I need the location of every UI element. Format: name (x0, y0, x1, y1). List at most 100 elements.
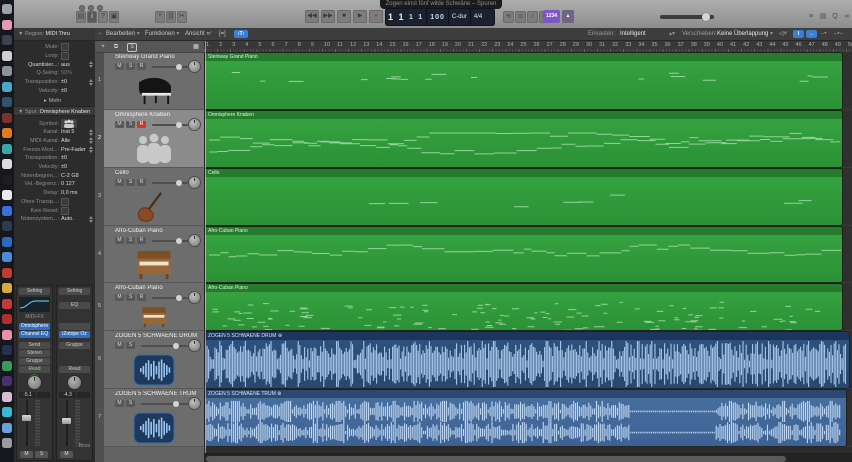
strip-row-button[interactable]: Stereo (19, 350, 50, 357)
horizontal-scrollbar[interactable] (204, 453, 852, 462)
inspector-row-value[interactable]: 0,0 ms (61, 190, 78, 196)
volume-fader[interactable] (62, 400, 71, 446)
track-pan-knob[interactable] (189, 61, 200, 72)
mute-button[interactable]: M (115, 121, 124, 128)
track-volume-slider[interactable] (152, 238, 188, 244)
play-button[interactable]: ▶ (353, 10, 367, 23)
strip-row-button[interactable]: Send (19, 342, 50, 349)
dock-app-icon[interactable] (2, 81, 12, 92)
track-inspector-header[interactable]: ▼ Spur: Omnisphere Knaben (14, 106, 95, 117)
global-solo-button[interactable]: S (127, 42, 137, 52)
track-symbol-icon[interactable] (61, 119, 77, 128)
track-volume-slider[interactable] (152, 180, 188, 186)
dock-app-icon[interactable] (2, 97, 12, 107)
record-enable-button[interactable]: R (137, 179, 146, 186)
inspector-row-value[interactable]: ±0 (61, 164, 67, 170)
midi-fx-slot[interactable]: MIDI-FX (17, 314, 52, 320)
midi-region[interactable]: Afro-Cuban Piano (205, 284, 842, 330)
record-enable-button[interactable]: R (137, 237, 146, 244)
more-disclosure[interactable]: ▸ Mehr (14, 96, 95, 105)
solo-button[interactable]: S (126, 179, 135, 186)
inspector-icon[interactable]: i (87, 11, 97, 23)
gain-readout[interactable] (37, 392, 50, 398)
gain-readout[interactable] (77, 392, 90, 398)
volume-fader[interactable] (22, 400, 31, 446)
link-button[interactable]: ↔ (806, 30, 817, 38)
pan-knob[interactable] (68, 376, 81, 389)
inspector-row-value[interactable]: Pre-Fader (61, 147, 86, 153)
strip-mute-button[interactable]: M (20, 451, 33, 458)
midi-region[interactable]: Afro-Cuban Piano (205, 227, 842, 282)
plugin-slot[interactable]: iZotope Oz (59, 331, 90, 338)
solo-button[interactable]: S (126, 121, 135, 128)
record-enable-button[interactable]: R (137, 121, 146, 128)
plugin-slot[interactable]: Channel EQ (19, 331, 50, 338)
cycle-icon[interactable]: ⟲ (503, 11, 514, 23)
solo-button[interactable]: S (126, 294, 135, 301)
inspector-row-value[interactable]: Auto. (61, 216, 74, 222)
strip-row-button[interactable]: Gruppe (19, 358, 50, 365)
master-volume-slider[interactable] (660, 13, 714, 21)
lcd-time-signature[interactable]: 4/4 (471, 8, 485, 26)
dock-app-icon[interactable] (2, 438, 12, 448)
eq-thumbnail[interactable] (19, 297, 50, 312)
track-volume-slider[interactable] (152, 64, 188, 70)
checkbox[interactable] (61, 197, 69, 206)
bounce-button[interactable]: Bnce (57, 443, 90, 449)
setting-button[interactable]: Setting (19, 288, 50, 295)
dock-app-icon[interactable] (2, 376, 12, 386)
mute-button[interactable]: M (115, 294, 124, 301)
track-volume-slider[interactable] (141, 401, 188, 407)
track-number[interactable]: 1 (95, 77, 104, 83)
dock-app-icon[interactable] (2, 252, 12, 262)
dock-app-icon[interactable] (2, 50, 12, 61)
solo-button[interactable]: S (126, 400, 135, 407)
move-dropdown[interactable]: Keine Überlappung (717, 28, 768, 40)
track-name[interactable]: Cello (115, 170, 129, 176)
mixer-icon[interactable]: ||| (166, 11, 176, 23)
record-enable-button[interactable]: R (137, 63, 146, 70)
audio-region[interactable]: ZOGEN 5 SCHWAENE DRUM ⊕ (205, 332, 849, 388)
track-pan-knob[interactable] (189, 235, 200, 246)
track-name[interactable]: ZOGEN 5 SCHWAENE DRUM (115, 333, 197, 339)
midi-region[interactable]: Omnisphere Knaben (205, 111, 842, 167)
track-number[interactable]: 4 (95, 251, 104, 257)
midi-region[interactable]: Steinway Grand Piano (205, 53, 842, 109)
mute-button[interactable]: M (115, 400, 124, 407)
track-header[interactable]: Afro-Cuban Piano M S R (104, 283, 204, 331)
mute-button[interactable]: M (115, 237, 124, 244)
track-header[interactable]: ZOGEN 5 SCHWAENE TRUM M S (104, 389, 204, 447)
duplicate-track-button[interactable]: ⧉ (111, 43, 121, 51)
track-header[interactable]: Steinway Grand Piano M S R (104, 52, 204, 110)
track-header[interactable]: Omnisphere Knaben M S R (104, 110, 204, 168)
toolbar-icon[interactable]: ▣ (109, 11, 119, 23)
region-inspector-header[interactable]: ▼ Region: MIDI Thru (14, 28, 95, 41)
audio-region[interactable]: ZOGEN 5 SCHWAENE TRUM ⊕ (205, 390, 846, 446)
track-number[interactable]: 5 (95, 303, 104, 309)
lcd-position[interactable]: 1 1 1 1 (385, 8, 428, 26)
marquee-tool-button[interactable]: ›T‹ (234, 30, 248, 38)
replace-icon[interactable]: ⊙ (515, 11, 526, 23)
inspector-row-value[interactable]: C-2 G8 (61, 173, 79, 179)
stepper-control[interactable] (89, 215, 93, 223)
command-click-tool-icon[interactable]: [⌗] (219, 28, 226, 40)
rewind-button[interactable]: ◀◀ (305, 10, 319, 23)
forward-button[interactable]: ▶▶ (321, 10, 335, 23)
header-options-icon[interactable]: ▦ (191, 43, 201, 51)
automation-button[interactable]: Read (59, 366, 90, 373)
vertical-zoom-slider[interactable]: ‒• (821, 28, 826, 40)
dock-app-icon[interactable] (2, 314, 12, 324)
track-volume-slider[interactable] (141, 343, 188, 349)
track-name[interactable]: Afro-Cuban Piano (115, 285, 163, 291)
menu-bearbeiten[interactable]: Bearbeiten ▾ (106, 28, 140, 40)
stepper-control[interactable] (89, 128, 93, 136)
solo-button[interactable]: S (126, 342, 135, 349)
stepper-control[interactable] (89, 78, 93, 86)
lcd-key[interactable]: C-dur (449, 8, 471, 26)
track-number[interactable]: 6 (95, 356, 104, 362)
track-pan-knob[interactable] (189, 119, 200, 130)
add-track-button[interactable]: + (98, 43, 108, 51)
inspector-row-value[interactable]: ±0 (61, 79, 67, 85)
list-editors-icon[interactable]: ≡ (806, 12, 816, 22)
loop-browser-icon[interactable]: ∞ (842, 12, 852, 22)
